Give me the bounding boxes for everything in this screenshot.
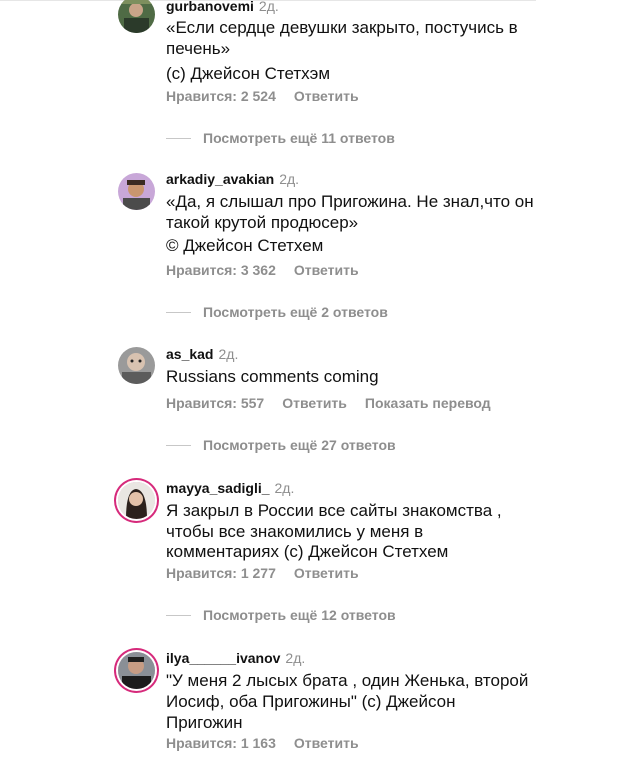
timestamp: 2д.: [279, 171, 300, 187]
comment-line: печень»: [166, 39, 231, 58]
comment-line: Иосиф, оба Пригожины" (с) Джейсон: [166, 692, 456, 711]
reply-button[interactable]: Ответить: [294, 88, 359, 104]
comment-text: "У меня 2 лысых брата , один Женька, вто…: [166, 670, 536, 733]
avatar[interactable]: [118, 0, 155, 33]
timestamp: 2д.: [274, 480, 295, 496]
comment-line: Russians comments coming: [166, 367, 379, 386]
comment-header: mayya_sadigli_ 2д.: [166, 479, 294, 497]
username[interactable]: arkadiy_avakian: [166, 171, 274, 187]
comment-actions: Нравится: 1 163 Ответить: [166, 734, 377, 752]
comment-line: «Если сердце девушки закрыто, постучись …: [166, 18, 518, 37]
avatar[interactable]: [118, 173, 155, 210]
comment-line: © Джейсон Стетхем: [166, 236, 324, 255]
comment-header: gurbanovemi 2д.: [166, 0, 279, 15]
view-replies-button[interactable]: Посмотреть ещё 27 ответов: [166, 436, 396, 454]
view-replies-label: Посмотреть ещё 2 ответов: [203, 304, 388, 320]
replies-dash: [166, 311, 191, 313]
reply-button[interactable]: Ответить: [282, 395, 347, 411]
comment-line: (с) Джейсон Стетхэм: [166, 64, 331, 83]
comment-text: Russians comments coming: [166, 366, 536, 387]
translate-button[interactable]: Показать перевод: [365, 395, 491, 411]
avatar[interactable]: [118, 652, 155, 689]
likes-count[interactable]: Нравится: 2 524: [166, 88, 276, 104]
comment-text: «Если сердце девушки закрыто, постучись …: [166, 17, 536, 84]
likes-count[interactable]: Нравится: 557: [166, 395, 264, 411]
timestamp: 2д.: [218, 346, 239, 362]
likes-count[interactable]: Нравится: 1 277: [166, 565, 276, 581]
comment-actions: Нравится: 2 524 Ответить: [166, 87, 377, 105]
timestamp: 2д.: [258, 0, 279, 14]
comment-header: ilya______ivanov 2д.: [166, 649, 305, 667]
comment-actions: Нравится: 1 277 Ответить: [166, 564, 377, 582]
comment-actions: Нравится: 557 Ответить Показать перевод: [166, 394, 509, 412]
replies-dash: [166, 614, 191, 616]
username[interactable]: mayya_sadigli_: [166, 480, 270, 496]
comment-line: Пригожин: [166, 713, 243, 732]
comment-header: arkadiy_avakian 2д.: [166, 170, 299, 188]
comment-text: «Да, я слышал про Пригожина. Не знал,что…: [166, 191, 536, 256]
view-replies-button[interactable]: Посмотреть ещё 12 ответов: [166, 606, 396, 624]
avatar[interactable]: [118, 347, 155, 384]
comment-text: Я закрыл в России все сайты знакомства ,…: [166, 500, 536, 562]
comment-line: Я закрыл в России все сайты знакомства ,: [166, 501, 502, 520]
view-replies-label: Посмотреть ещё 12 ответов: [203, 607, 396, 623]
comment-line: «Да, я слышал про Пригожина. Не знал,что…: [166, 192, 534, 211]
view-replies-label: Посмотреть ещё 11 ответов: [203, 130, 395, 146]
likes-count[interactable]: Нравится: 3 362: [166, 262, 276, 278]
timestamp: 2д.: [285, 650, 306, 666]
replies-dash: [166, 444, 191, 446]
view-replies-label: Посмотреть ещё 27 ответов: [203, 437, 396, 453]
comment-line: чтобы все знакомились у меня в: [166, 522, 424, 541]
comment-line: комментариях (с) Джейсон Стетхем: [166, 542, 449, 561]
replies-dash: [166, 137, 191, 139]
username[interactable]: as_kad: [166, 346, 213, 362]
comment-header: as_kad 2д.: [166, 345, 238, 363]
comment-actions: Нравится: 3 362 Ответить: [166, 261, 377, 279]
likes-count[interactable]: Нравится: 1 163: [166, 735, 276, 751]
reply-button[interactable]: Ответить: [294, 735, 359, 751]
view-replies-button[interactable]: Посмотреть ещё 2 ответов: [166, 303, 388, 321]
view-replies-button[interactable]: Посмотреть ещё 11 ответов: [166, 129, 395, 147]
reply-button[interactable]: Ответить: [294, 565, 359, 581]
username[interactable]: ilya______ivanov: [166, 650, 280, 666]
comment-line: "У меня 2 лысых брата , один Женька, вто…: [166, 671, 529, 690]
reply-button[interactable]: Ответить: [294, 262, 359, 278]
avatar[interactable]: [118, 482, 155, 519]
comment-line: такой крутой продюсер»: [166, 213, 359, 232]
username[interactable]: gurbanovemi: [166, 0, 254, 14]
